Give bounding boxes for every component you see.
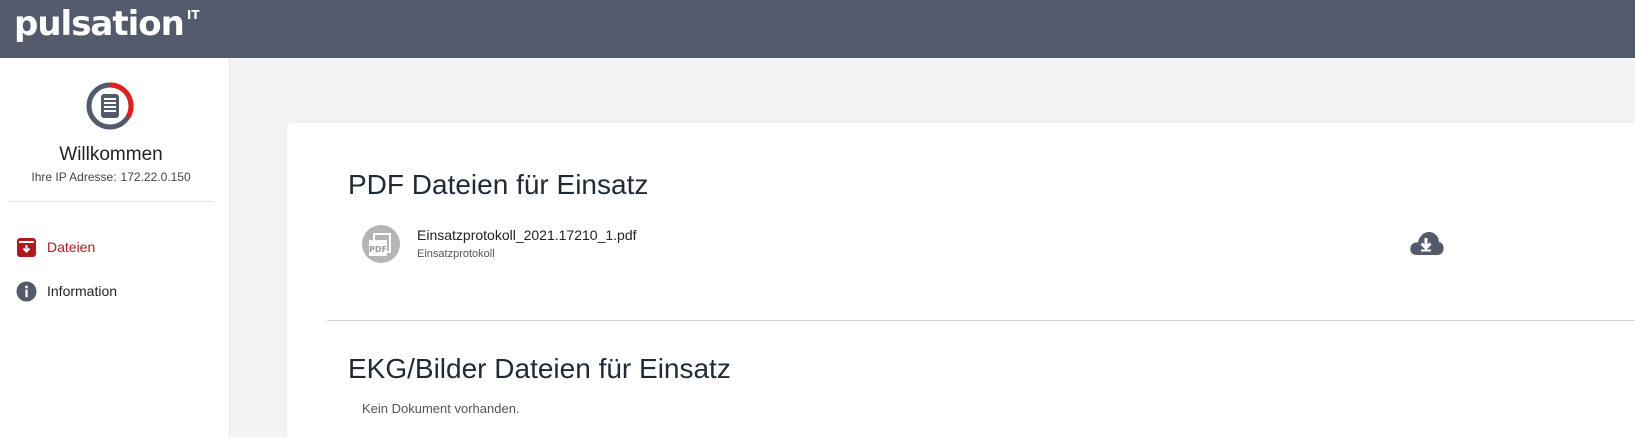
empty-state-message: Kein Dokument vorhanden. <box>362 401 520 416</box>
welcome-heading: Willkommen <box>59 144 163 165</box>
file-list-item[interactable]: PDF Einsatzprotokoll_2021.17210_1.pdf Ei… <box>361 224 1361 264</box>
brand-name: pulsation <box>14 4 185 44</box>
files-card: PDF Dateien für Einsatz PDF Einsatzproto… <box>287 123 1635 437</box>
ip-address-text: Ihre IP Adresse: 172.22.0.150 <box>0 170 222 184</box>
cloud-download-icon[interactable] <box>1408 229 1444 257</box>
sidebar-divider <box>8 201 214 202</box>
file-type: Einsatzprotokoll <box>417 248 495 260</box>
svg-text:PDF: PDF <box>369 245 387 254</box>
sidebar-item-label: Information <box>47 283 118 299</box>
brand-logo[interactable]: pulsation IT <box>14 4 200 44</box>
sidebar-item-dateien[interactable]: Dateien <box>16 235 95 259</box>
ip-value: 172.22.0.150 <box>120 170 191 184</box>
sidebar-item-information[interactable]: Information <box>16 279 117 303</box>
top-header-bar: pulsation IT <box>0 0 1635 58</box>
ip-label: Ihre IP Adresse: <box>31 170 117 184</box>
ekg-section-title: EKG/Bilder Dateien für Einsatz <box>348 353 731 384</box>
pdf-file-icon: PDF <box>362 225 400 263</box>
sidebar: Willkommen Ihre IP Adresse: 172.22.0.150 … <box>0 58 230 437</box>
file-name[interactable]: Einsatzprotokoll_2021.17210_1.pdf <box>417 227 637 243</box>
info-circle-icon <box>16 281 37 302</box>
document-ring-icon <box>86 82 134 130</box>
download-box-icon <box>16 237 37 258</box>
sidebar-item-label: Dateien <box>47 239 96 255</box>
pdf-section-title: PDF Dateien für Einsatz <box>348 169 649 200</box>
section-divider <box>327 320 1635 321</box>
brand-superscript: IT <box>186 8 200 22</box>
